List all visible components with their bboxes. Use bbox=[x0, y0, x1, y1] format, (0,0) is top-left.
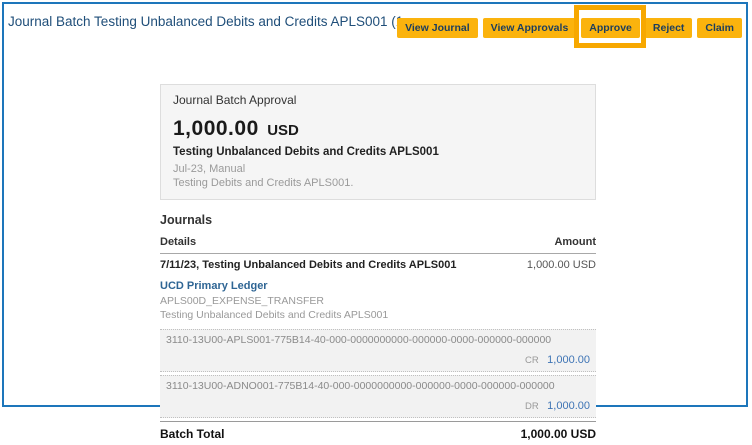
journal-batch-approval-card: Journal Batch Approval 1,000.00 USD Test… bbox=[160, 84, 596, 200]
card-description: Testing Debits and Credits APLS001. bbox=[173, 177, 583, 189]
batch-total-amount: 1,000.00 USD bbox=[521, 427, 596, 441]
card-batch-name: Testing Unbalanced Debits and Credits AP… bbox=[173, 146, 583, 158]
action-toolbar: View Journal View Approvals Approve Reje… bbox=[397, 18, 742, 38]
line-amount: CR 1,000.00 bbox=[166, 350, 590, 368]
approve-button-wrapper: Approve bbox=[581, 18, 640, 38]
card-amount-value: 1,000.00 bbox=[173, 117, 259, 140]
card-amount-currency: USD bbox=[267, 122, 299, 139]
journal-line-row: 3110-13U00-ADNO001-775B14-40-000-0000000… bbox=[160, 375, 596, 418]
line-amount: DR 1,000.00 bbox=[166, 396, 590, 414]
approve-button[interactable]: Approve bbox=[581, 18, 640, 38]
page-title: Journal Batch Testing Unbalanced Debits … bbox=[8, 14, 421, 29]
reject-button[interactable]: Reject bbox=[645, 18, 693, 38]
batch-total-label: Batch Total bbox=[160, 427, 224, 441]
credit-indicator: CR bbox=[525, 355, 539, 366]
ledger-block: UCD Primary Ledger APLS00D_EXPENSE_TRANS… bbox=[160, 280, 596, 321]
card-period-source: Jul-23, Manual bbox=[173, 163, 583, 175]
ledger-link[interactable]: UCD Primary Ledger bbox=[160, 280, 596, 292]
ledger-description: Testing Unbalanced Debits and Credits AP… bbox=[160, 309, 596, 321]
page-header: Journal Batch Testing Unbalanced Debits … bbox=[4, 4, 746, 48]
view-approvals-button[interactable]: View Approvals bbox=[483, 18, 577, 38]
debit-indicator: DR bbox=[525, 401, 539, 412]
details-column-header: Details bbox=[160, 236, 196, 248]
claim-button[interactable]: Claim bbox=[697, 18, 742, 38]
account-string: 3110-13U00-ADNO001-775B14-40-000-0000000… bbox=[166, 380, 590, 392]
account-string: 3110-13U00-APLS001-775B14-40-000-0000000… bbox=[166, 334, 590, 346]
ledger-category: APLS00D_EXPENSE_TRANSFER bbox=[160, 295, 596, 307]
view-journal-button[interactable]: View Journal bbox=[397, 18, 478, 38]
journal-row-amount: 1,000.00 USD bbox=[527, 259, 596, 271]
line-amount-value: 1,000.00 bbox=[547, 400, 590, 412]
line-amount-value: 1,000.00 bbox=[547, 354, 590, 366]
journal-line-row: 3110-13U00-APLS001-775B14-40-000-0000000… bbox=[160, 329, 596, 372]
batch-total-row: Batch Total 1,000.00 USD bbox=[160, 421, 596, 445]
card-title: Journal Batch Approval bbox=[173, 93, 583, 107]
main-content: Journal Batch Approval 1,000.00 USD Test… bbox=[160, 84, 596, 445]
journal-row: 7/11/23, Testing Unbalanced Debits and C… bbox=[160, 254, 596, 277]
journals-table-header: Details Amount bbox=[160, 234, 596, 254]
journals-table: Details Amount 7/11/23, Testing Unbalanc… bbox=[160, 234, 596, 445]
journals-heading: Journals bbox=[160, 213, 596, 227]
page-frame: Journal Batch Testing Unbalanced Debits … bbox=[2, 2, 748, 407]
amount-column-header: Amount bbox=[554, 236, 596, 248]
journal-row-details: 7/11/23, Testing Unbalanced Debits and C… bbox=[160, 259, 456, 271]
card-amount: 1,000.00 USD bbox=[173, 117, 583, 141]
